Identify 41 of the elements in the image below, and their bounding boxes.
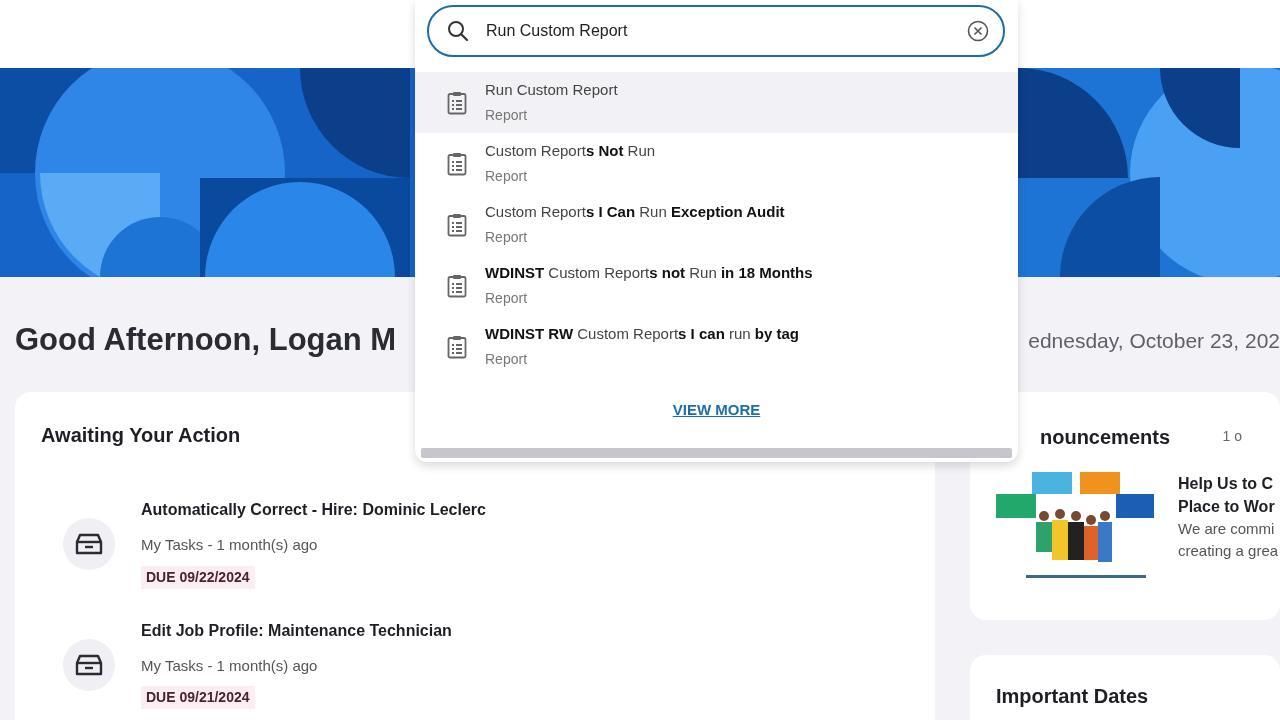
- card-title: nouncements: [1040, 425, 1171, 450]
- suggestion-type: Report: [485, 227, 529, 247]
- announcement-title[interactable]: Help Us to C Place to Wor: [1178, 472, 1279, 519]
- suggestion-title: Run Custom Report: [485, 80, 618, 101]
- task-title[interactable]: Edit Job Profile: Maintenance Technician: [141, 618, 452, 643]
- task-meta: My Tasks - 1 month(s) ago: [141, 535, 319, 555]
- greeting: Good Afternoon, Logan M: [15, 321, 397, 359]
- clipboard-icon: [447, 151, 467, 176]
- card-title: Important Dates: [996, 685, 1149, 707]
- suggestion-type: Report: [485, 349, 529, 369]
- scrollbar[interactable]: [421, 448, 1012, 458]
- suggestion-title: Custom Reports I Can Run Exception Audit: [485, 202, 785, 223]
- inbox-icon: [75, 653, 103, 676]
- suggestion-item[interactable]: WDINST RW Custom Reports I can run by tag Report: [415, 316, 1018, 377]
- clear-icon[interactable]: [967, 20, 989, 42]
- task-title[interactable]: Automatically Correct - Hire: Dominic Leclerc: [141, 498, 486, 522]
- suggestion-type: Report: [485, 288, 529, 308]
- clipboard-icon: [447, 334, 467, 359]
- clipboard-icon: [447, 273, 467, 298]
- announcement-text: We are commi creating a grea: [1178, 519, 1279, 562]
- clipboard-icon: [447, 90, 467, 115]
- search-icon: [447, 20, 469, 42]
- suggestion-item[interactable]: Run Custom Report Report: [415, 72, 1018, 133]
- search-field[interactable]: Run Custom Report: [427, 5, 1005, 57]
- due-date: DUE 09/21/2024: [141, 686, 255, 709]
- clipboard-icon: [447, 212, 467, 237]
- suggestion-title: WDINST Custom Reports not Run in 18 Months: [485, 263, 813, 284]
- page-counter: 1 o: [1222, 427, 1242, 446]
- suggestion-title: Custom Reports Not Run: [485, 141, 656, 162]
- inbox-icon: [75, 533, 103, 555]
- date-text: ednesday, October 23, 202: [1028, 328, 1280, 354]
- suggestion-item[interactable]: Custom Reports I Can Run Exception Audit Report: [415, 194, 1018, 255]
- suggestion-item[interactable]: WDINST Custom Reports not Run in 18 Months Report: [415, 255, 1018, 316]
- task-meta: My Tasks - 1 month(s) ago: [141, 655, 319, 676]
- suggestion-type: Report: [485, 166, 529, 186]
- suggestion-title: WDINST RW Custom Reports I can run by tag: [485, 324, 799, 345]
- view-more-link[interactable]: VIEW MORE: [672, 401, 761, 418]
- card-title: Awaiting Your Action: [41, 423, 242, 448]
- due-date: DUE 09/22/2024: [141, 565, 255, 589]
- suggestion-item[interactable]: Custom Reports Not Run Report: [415, 133, 1018, 194]
- suggestion-type: Report: [485, 105, 529, 125]
